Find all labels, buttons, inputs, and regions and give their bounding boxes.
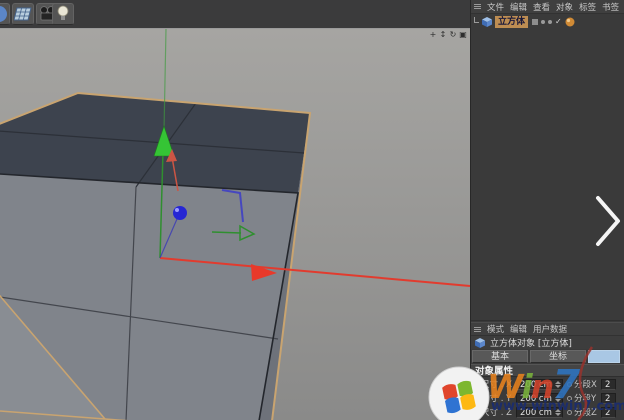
- menu-userdata[interactable]: 用户数据: [533, 323, 567, 335]
- sphere-icon[interactable]: [0, 3, 10, 25]
- attribute-title-row: 立方体对象 [立方体]: [471, 336, 624, 349]
- light-icon[interactable]: [52, 3, 74, 25]
- cube-object-icon: [474, 337, 486, 349]
- scene: [0, 29, 470, 420]
- watermark-url: www.winwin7.com: [491, 399, 624, 414]
- enabled-check-icon[interactable]: ✓: [555, 18, 562, 26]
- menu-bookmarks[interactable]: 书签: [602, 1, 619, 13]
- plane-handle-green-line[interactable]: [212, 232, 241, 233]
- menu-tags[interactable]: 标签: [579, 1, 596, 13]
- visibility-render-dot[interactable]: [548, 20, 552, 24]
- visibility-editor-dot[interactable]: [541, 20, 545, 24]
- cube-object-icon: [481, 16, 493, 28]
- windows-logo: [428, 366, 490, 420]
- cube-object[interactable]: [0, 93, 310, 420]
- attribute-title: 立方体对象 [立方体]: [490, 336, 572, 349]
- attribute-menubar: 模式 编辑 用户数据: [471, 322, 624, 336]
- rotate-icon[interactable]: ↻: [449, 30, 457, 39]
- layer-icon[interactable]: [532, 19, 538, 25]
- phong-tag-icon[interactable]: [565, 17, 575, 27]
- object-row-cube[interactable]: 立方体 ✓: [471, 15, 624, 29]
- tab-object-selected[interactable]: [588, 350, 620, 363]
- object-manager-menubar: 文件 编辑 查看 对象 标签 书签: [471, 0, 624, 14]
- grid-plane-icon[interactable]: [12, 3, 34, 25]
- segments-x-field[interactable]: 2: [601, 379, 616, 390]
- object-toggles: ✓: [532, 17, 575, 27]
- pan-icon[interactable]: +: [429, 30, 437, 39]
- z-axis-handle[interactable]: [173, 206, 187, 220]
- viewport-nav: + ↕ ↻ ▣: [429, 30, 467, 39]
- zoom-icon[interactable]: ↕: [439, 30, 447, 39]
- menu-object[interactable]: 对象: [556, 1, 573, 13]
- tree-elbow-icon: [474, 17, 479, 23]
- menu-edit[interactable]: 编辑: [510, 1, 527, 13]
- panel-menu-icon[interactable]: [474, 327, 481, 332]
- object-manager-body[interactable]: [471, 30, 624, 321]
- maximize-icon[interactable]: ▣: [459, 30, 467, 39]
- menu-view[interactable]: 查看: [533, 1, 550, 13]
- menu-mode[interactable]: 模式: [487, 323, 504, 335]
- perspective-viewport[interactable]: + ↕ ↻ ▣: [0, 28, 470, 420]
- next-arrow-icon[interactable]: [594, 194, 622, 248]
- c4d-window: + ↕ ↻ ▣ 文件 编辑 查看 对象 标签 书签 立方体: [0, 0, 624, 420]
- menu-edit2[interactable]: 编辑: [510, 323, 527, 335]
- object-name[interactable]: 立方体: [495, 16, 528, 28]
- z-axis-highlight: [175, 208, 179, 212]
- menu-file[interactable]: 文件: [487, 1, 504, 13]
- panel-menu-icon[interactable]: [474, 4, 481, 9]
- viewport-toolbar: [0, 0, 470, 28]
